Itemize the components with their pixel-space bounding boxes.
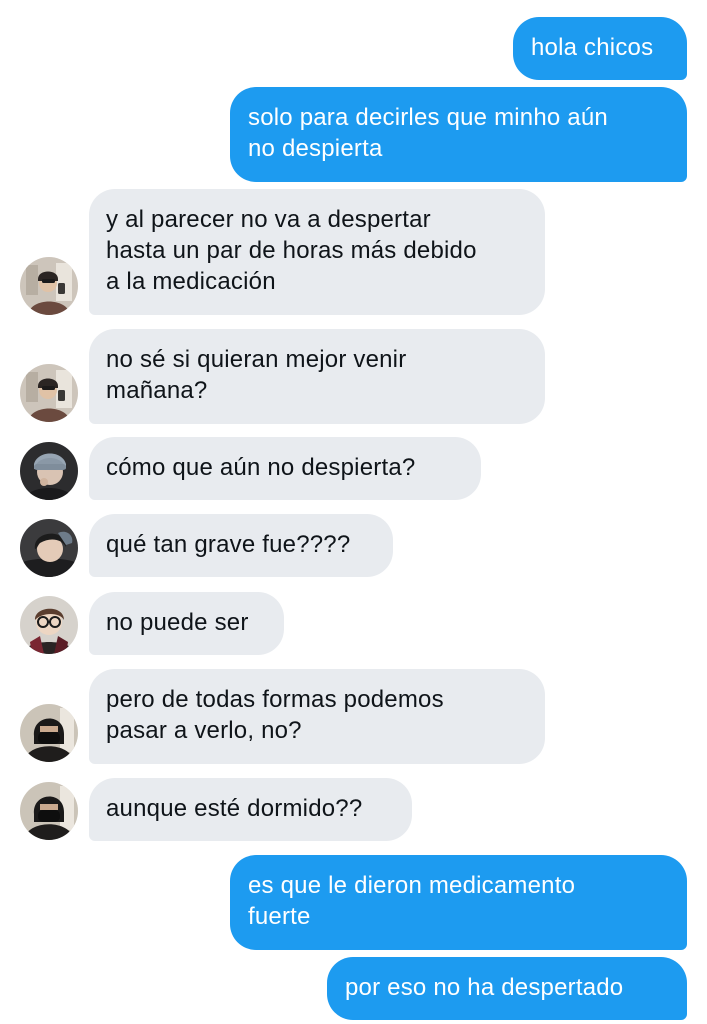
avatar-glasses-icon[interactable] (20, 596, 78, 654)
message-bubble[interactable]: qué tan grave fue???? (89, 514, 393, 577)
message-bubble[interactable]: cómo que aún no despierta? (89, 437, 481, 500)
message-thread: hola chicos solo para decirles que minho… (0, 0, 707, 1024)
message-bubble[interactable]: y al parecer no va a despertar hasta un … (89, 189, 545, 315)
message-bubble[interactable]: pero de todas formas podemos pasar a ver… (89, 669, 545, 764)
avatar-mask-icon[interactable] (20, 704, 78, 762)
avatar-mirror-selfie-icon[interactable] (20, 257, 78, 315)
message-bubble[interactable]: no puede ser (89, 592, 284, 655)
avatar-dark-hair-icon[interactable] (20, 519, 78, 577)
message-bubble[interactable]: hola chicos (513, 17, 687, 80)
message-bubble[interactable]: es que le dieron medicamento fuerte (230, 855, 687, 950)
message-bubble[interactable]: aunque esté dormido?? (89, 778, 412, 841)
message-bubble[interactable]: por eso no ha despertado (327, 957, 687, 1020)
avatar-mask-icon[interactable] (20, 782, 78, 840)
message-bubble[interactable]: no sé si quieran mejor venir mañana? (89, 329, 545, 424)
avatar-mirror-selfie-icon[interactable] (20, 364, 78, 422)
message-bubble[interactable]: solo para decirles que minho aún no desp… (230, 87, 687, 182)
avatar-beanie-icon[interactable] (20, 442, 78, 500)
